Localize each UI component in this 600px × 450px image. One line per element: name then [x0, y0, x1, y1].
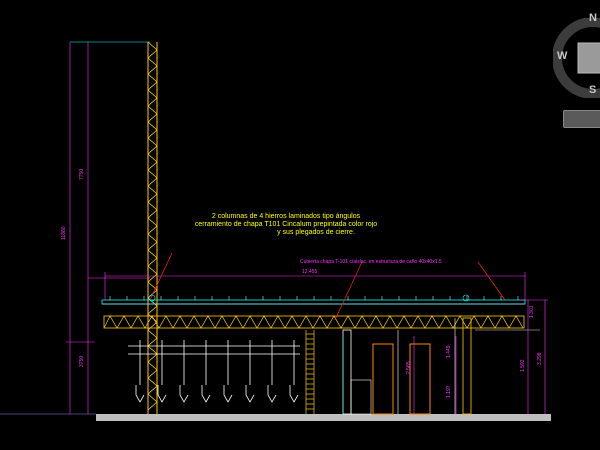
compass-west[interactable]: W [557, 50, 567, 62]
dim-right-c: 1.197 [446, 385, 452, 398]
note-line-2: cerramiento de chapa T101 Cincalum prepi… [194, 221, 378, 228]
viewcube-face[interactable] [577, 42, 600, 74]
dim-right-e: 3.298 [537, 352, 543, 365]
cover-note: Cubierta chapa T-101 c/aislac. en estruc… [300, 259, 442, 265]
dim-right-d: 1.592 [520, 359, 526, 372]
note-line-1: 2 columnas de 4 hierros laminados tipo á… [211, 213, 361, 220]
compass-north[interactable]: N [589, 12, 597, 24]
ground-slab [96, 414, 551, 421]
structure-note: 2 columnas de 4 hierros laminados tipo á… [166, 213, 406, 237]
dim-right-f: 1.301 [529, 305, 535, 318]
compass-south[interactable]: S [589, 84, 596, 96]
dim-span: 12.455 [302, 269, 318, 275]
tower-bracing [147, 41, 158, 411]
dim-right-b: 1.449 [446, 345, 452, 358]
ladder [305, 330, 315, 414]
note-line-3: y sus plegados de cierre. [277, 229, 355, 236]
right-structure [342, 317, 540, 415]
dim-right-a: 2.585 [406, 361, 412, 374]
dim-lower-left: 3750 [79, 355, 85, 367]
right-dimension-lines [413, 299, 548, 414]
viewcube-navigator[interactable]: N W S [552, 12, 600, 99]
dim-total-height: 11880 [61, 226, 67, 240]
roof-truss [101, 272, 526, 329]
wcs-menu-button[interactable] [563, 110, 600, 128]
hanging-equipment [128, 340, 300, 403]
dim-upper-height: 7750 [79, 168, 85, 180]
